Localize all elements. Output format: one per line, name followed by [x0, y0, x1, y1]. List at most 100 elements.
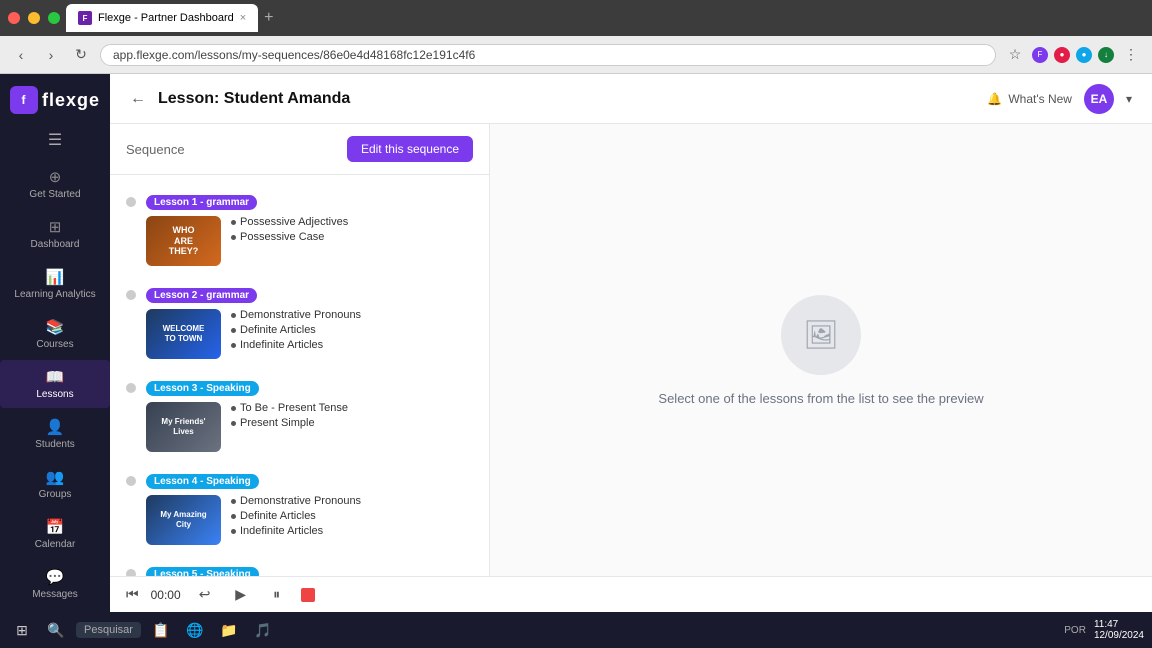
- topic-item: Possessive Adjectives: [231, 216, 348, 228]
- user-menu-chevron-icon[interactable]: ▾: [1126, 92, 1132, 106]
- play-button[interactable]: ▶: [229, 583, 253, 607]
- search-button[interactable]: 🔍: [42, 616, 70, 644]
- lesson-tag-5: Lesson 5 - Speaking: [146, 567, 259, 576]
- extension-icon-3[interactable]: ●: [1076, 47, 1092, 63]
- groups-icon: 👥: [46, 468, 65, 486]
- lesson-thumb-topics: My Friends'Lives To Be - Present Tense P…: [146, 402, 473, 452]
- topic-item: Definite Articles: [231, 324, 361, 336]
- logo: f flexge: [10, 86, 100, 114]
- reload-button[interactable]: ↻: [70, 44, 92, 66]
- sidebar-item-dashboard[interactable]: ⊞ Dashboard: [0, 210, 110, 258]
- lessons-icon: 📖: [46, 368, 65, 386]
- lesson-item-5[interactable]: Lesson 5 - Speaking FITNESSANDWELLNESS P…: [110, 555, 489, 576]
- lesson-item-4[interactable]: Lesson 4 - Speaking My AmazingCity Demon…: [110, 462, 489, 555]
- tab-close-icon[interactable]: ×: [240, 12, 246, 24]
- topic-item: Demonstrative Pronouns: [231, 309, 361, 321]
- preview-panel: 🖼 Select one of the lessons from the lis…: [490, 124, 1152, 576]
- sidebar-item-label: Students: [35, 439, 74, 450]
- edit-sequence-button[interactable]: Edit this sequence: [347, 136, 473, 162]
- taskbar-app-4[interactable]: 🎵: [249, 616, 277, 644]
- sidebar-item-get-started[interactable]: ⊕ Get Started: [0, 160, 110, 208]
- sidebar-item-calendar[interactable]: 📅 Calendar: [0, 510, 110, 558]
- topic-item: Present Simple: [231, 417, 348, 429]
- address-bar[interactable]: app.flexge.com/lessons/my-sequences/86e0…: [100, 44, 996, 66]
- sequence-header: Sequence Edit this sequence: [110, 124, 489, 175]
- logo-icon: f: [10, 86, 38, 114]
- lesson-thumb-topics: My AmazingCity Demonstrative Pronouns De…: [146, 495, 473, 545]
- lesson-item-3[interactable]: Lesson 3 - Speaking My Friends'Lives To …: [110, 369, 489, 462]
- taskbar: ⊞ 🔍 Pesquisar 📋 🌐 📁 🎵 POR 11:4712/09/202…: [0, 612, 1152, 648]
- bullet-icon: [231, 328, 236, 333]
- whats-new-label: What's New: [1008, 92, 1072, 106]
- taskbar-tray: POR 11:4712/09/2024: [1064, 619, 1144, 641]
- sidebar-item-learning-analytics[interactable]: 📊 Learning Analytics: [0, 260, 110, 308]
- extension-icon-2[interactable]: ●: [1054, 47, 1070, 63]
- browser-tab[interactable]: F Flexge - Partner Dashboard ×: [66, 4, 258, 32]
- lesson-info: Lesson 4 - Speaking My AmazingCity Demon…: [146, 472, 473, 545]
- bookmark-icon[interactable]: ☆: [1004, 44, 1026, 66]
- minimize-window-button[interactable]: [28, 12, 40, 24]
- lesson-topics-2: Demonstrative Pronouns Definite Articles…: [231, 309, 361, 351]
- lesson-topics-1: Possessive Adjectives Possessive Case: [231, 216, 348, 243]
- back-button[interactable]: ←: [130, 90, 146, 108]
- sequence-label: Sequence: [126, 142, 185, 157]
- search-bar[interactable]: Pesquisar: [76, 622, 141, 638]
- lesson-dot: [126, 383, 136, 393]
- sidebar-item-groups[interactable]: 👥 Groups: [0, 460, 110, 508]
- lesson-info: Lesson 2 - grammar WELCOMETO TOWN Demons…: [146, 286, 473, 359]
- preview-image-icon: 🖼: [803, 318, 839, 351]
- dashboard-icon: ⊞: [49, 218, 62, 236]
- menu-button[interactable]: ⋮: [1120, 44, 1142, 66]
- maximize-window-button[interactable]: [48, 12, 60, 24]
- lesson-info: Lesson 1 - grammar WHOARETHEY? Possessiv…: [146, 193, 473, 266]
- new-tab-button[interactable]: +: [264, 9, 273, 27]
- learning-analytics-icon: 📊: [46, 268, 65, 286]
- messages-icon: 💬: [46, 568, 65, 586]
- topic-text: Demonstrative Pronouns: [240, 495, 361, 507]
- sidebar-item-lessons[interactable]: 📖 Lessons: [0, 360, 110, 408]
- lesson-row: Lesson 1 - grammar WHOARETHEY? Possessiv…: [126, 193, 473, 266]
- start-button[interactable]: ⊞: [8, 616, 36, 644]
- tab-title: Flexge - Partner Dashboard: [98, 12, 234, 24]
- sidebar-item-placement-tests[interactable]: 📝 Placement Tests 2: [0, 610, 110, 612]
- user-avatar[interactable]: EA: [1084, 84, 1114, 114]
- taskbar-app-1[interactable]: 📋: [147, 616, 175, 644]
- app-wrapper: f flexge ☰ ⊕ Get Started ⊞ Dashboard 📊 L…: [0, 74, 1152, 612]
- sidebar-item-label: Courses: [36, 339, 73, 350]
- stop-button[interactable]: [301, 588, 315, 602]
- preview-placeholder-icon-wrap: 🖼: [781, 295, 861, 375]
- thumb-placeholder: WELCOMETO TOWN: [146, 309, 221, 359]
- bullet-icon: [231, 514, 236, 519]
- restore-button[interactable]: ↩: [193, 583, 217, 607]
- back-browser-button[interactable]: ‹: [10, 44, 32, 66]
- topic-item: Possessive Case: [231, 231, 348, 243]
- lesson-item-2[interactable]: Lesson 2 - grammar WELCOMETO TOWN Demons…: [110, 276, 489, 369]
- sidebar-item-courses[interactable]: 📚 Courses: [0, 310, 110, 358]
- taskbar-app-2[interactable]: 🌐: [181, 616, 209, 644]
- window-controls[interactable]: [8, 12, 60, 24]
- thumb-placeholder: WHOARETHEY?: [146, 216, 221, 266]
- sidebar-item-students[interactable]: 👤 Students: [0, 410, 110, 458]
- lesson-thumb-topics: WELCOMETO TOWN Demonstrative Pronouns De…: [146, 309, 473, 359]
- topic-text: Indefinite Articles: [240, 339, 323, 351]
- topic-text: Possessive Case: [240, 231, 324, 243]
- bullet-icon: [231, 499, 236, 504]
- browser-actions: ☆ F ● ● ↓ ⋮: [1004, 44, 1142, 66]
- calendar-icon: 📅: [46, 518, 65, 536]
- extension-icon-1[interactable]: F: [1032, 47, 1048, 63]
- skip-back-icon[interactable]: ⏮: [126, 586, 139, 603]
- pause-button[interactable]: ⏸: [265, 583, 289, 607]
- topic-text: To Be - Present Tense: [240, 402, 348, 414]
- lesson-thumb-topics: WHOARETHEY? Possessive Adjectives Posses…: [146, 216, 473, 266]
- forward-browser-button[interactable]: ›: [40, 44, 62, 66]
- lesson-item-1[interactable]: Lesson 1 - grammar WHOARETHEY? Possessiv…: [110, 183, 489, 276]
- sidebar-item-messages[interactable]: 💬 Messages: [0, 560, 110, 608]
- whats-new-button[interactable]: 🔔 What's New: [987, 92, 1072, 106]
- topic-text: Demonstrative Pronouns: [240, 309, 361, 321]
- sidebar-item-label: Get Started: [29, 189, 80, 200]
- courses-icon: 📚: [46, 318, 65, 336]
- close-window-button[interactable]: [8, 12, 20, 24]
- sidebar-toggle-button[interactable]: ☰: [48, 130, 62, 150]
- extension-icon-4[interactable]: ↓: [1098, 47, 1114, 63]
- taskbar-app-3[interactable]: 📁: [215, 616, 243, 644]
